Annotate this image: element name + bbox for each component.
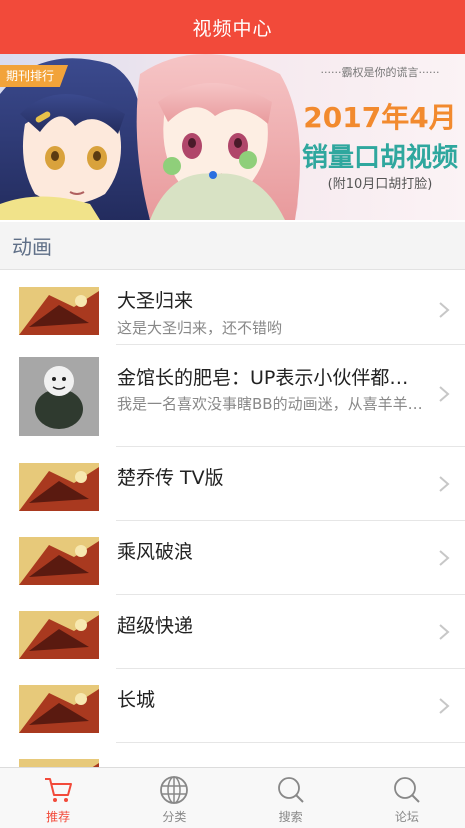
list-item[interactable]: [0, 743, 465, 767]
video-thumbnail: [19, 463, 99, 511]
chevron-right-icon: [439, 476, 450, 492]
video-thumbnail: [19, 357, 99, 436]
tab-label: 推荐: [46, 810, 71, 824]
list-item[interactable]: 大圣归来 这是大圣归来，还不错哟: [0, 271, 465, 345]
bottom-tab-bar: 推荐 分类 搜索 论坛: [0, 767, 465, 828]
video-title: 金馆长的肥皂：UP表示小伙伴都惊呆了: [117, 367, 427, 389]
tab-search[interactable]: 搜索: [233, 768, 349, 828]
page-title: 视频中心: [192, 17, 273, 40]
globe-icon: [160, 776, 189, 804]
chevron-right-icon: [439, 302, 450, 318]
video-title: 楚乔传 TV版: [117, 467, 224, 489]
video-list: 大圣归来 这是大圣归来，还不错哟 金馆长的肥皂：UP表示小伙伴都惊呆了 我是一名…: [0, 271, 465, 767]
search-icon: [277, 777, 304, 803]
video-thumbnail: [19, 759, 99, 767]
cart-icon: [45, 778, 73, 802]
banner-headline: 2017年4月: [303, 101, 457, 134]
section-title: 动画: [12, 235, 52, 259]
video-thumbnail: [19, 611, 99, 659]
video-thumbnail: [19, 287, 99, 335]
tab-category[interactable]: 分类: [116, 768, 232, 828]
search-icon: [393, 777, 420, 803]
banner-subline: 销量口胡视频: [301, 143, 458, 173]
tab-label: 分类: [162, 810, 187, 824]
list-item[interactable]: 乘风破浪: [0, 521, 465, 595]
video-subtitle: 这是大圣归来，还不错哟: [117, 319, 283, 337]
promo-banner[interactable]: 期刊排行 ······霸权是你的谎言······ 2017年4月 销量口胡视频 …: [0, 54, 465, 220]
list-item[interactable]: 楚乔传 TV版: [0, 447, 465, 521]
banner-badge: 期刊排行: [0, 65, 69, 87]
tab-forum[interactable]: 论坛: [349, 768, 465, 828]
video-thumbnail: [19, 685, 99, 733]
video-thumbnail: [19, 537, 99, 585]
tab-label: 搜索: [278, 810, 303, 824]
list-item[interactable]: 金馆长的肥皂：UP表示小伙伴都惊呆了 我是一名喜欢没事瞎BB的动画迷，从喜羊羊到…: [0, 345, 465, 447]
video-title: 大圣归来: [117, 290, 194, 312]
chevron-right-icon: [439, 386, 450, 402]
tab-label: 论坛: [394, 810, 419, 824]
list-item[interactable]: 长城: [0, 669, 465, 743]
section-header-animation: 动画: [0, 222, 465, 270]
tab-recommend[interactable]: 推荐: [0, 768, 116, 828]
video-title: 超级快递: [117, 615, 194, 637]
banner-note: (附10月口胡打脸): [327, 177, 433, 192]
top-navigation-bar: 视频中心: [0, 0, 465, 54]
list-item[interactable]: 超级快递: [0, 595, 465, 669]
chevron-right-icon: [439, 550, 450, 566]
video-title: 乘风破浪: [117, 541, 194, 563]
video-subtitle: 我是一名喜欢没事瞎BB的动画迷，从喜羊羊到海贼王: [117, 395, 427, 413]
chevron-right-icon: [439, 698, 450, 714]
video-title: 长城: [117, 689, 156, 711]
chevron-right-icon: [439, 624, 450, 640]
banner-tagline: ······霸权是你的谎言······: [320, 66, 440, 79]
app-screen: 视频中心 期刊排行 ······霸权是你的谎言······ 2017年4月 销量…: [0, 0, 465, 828]
